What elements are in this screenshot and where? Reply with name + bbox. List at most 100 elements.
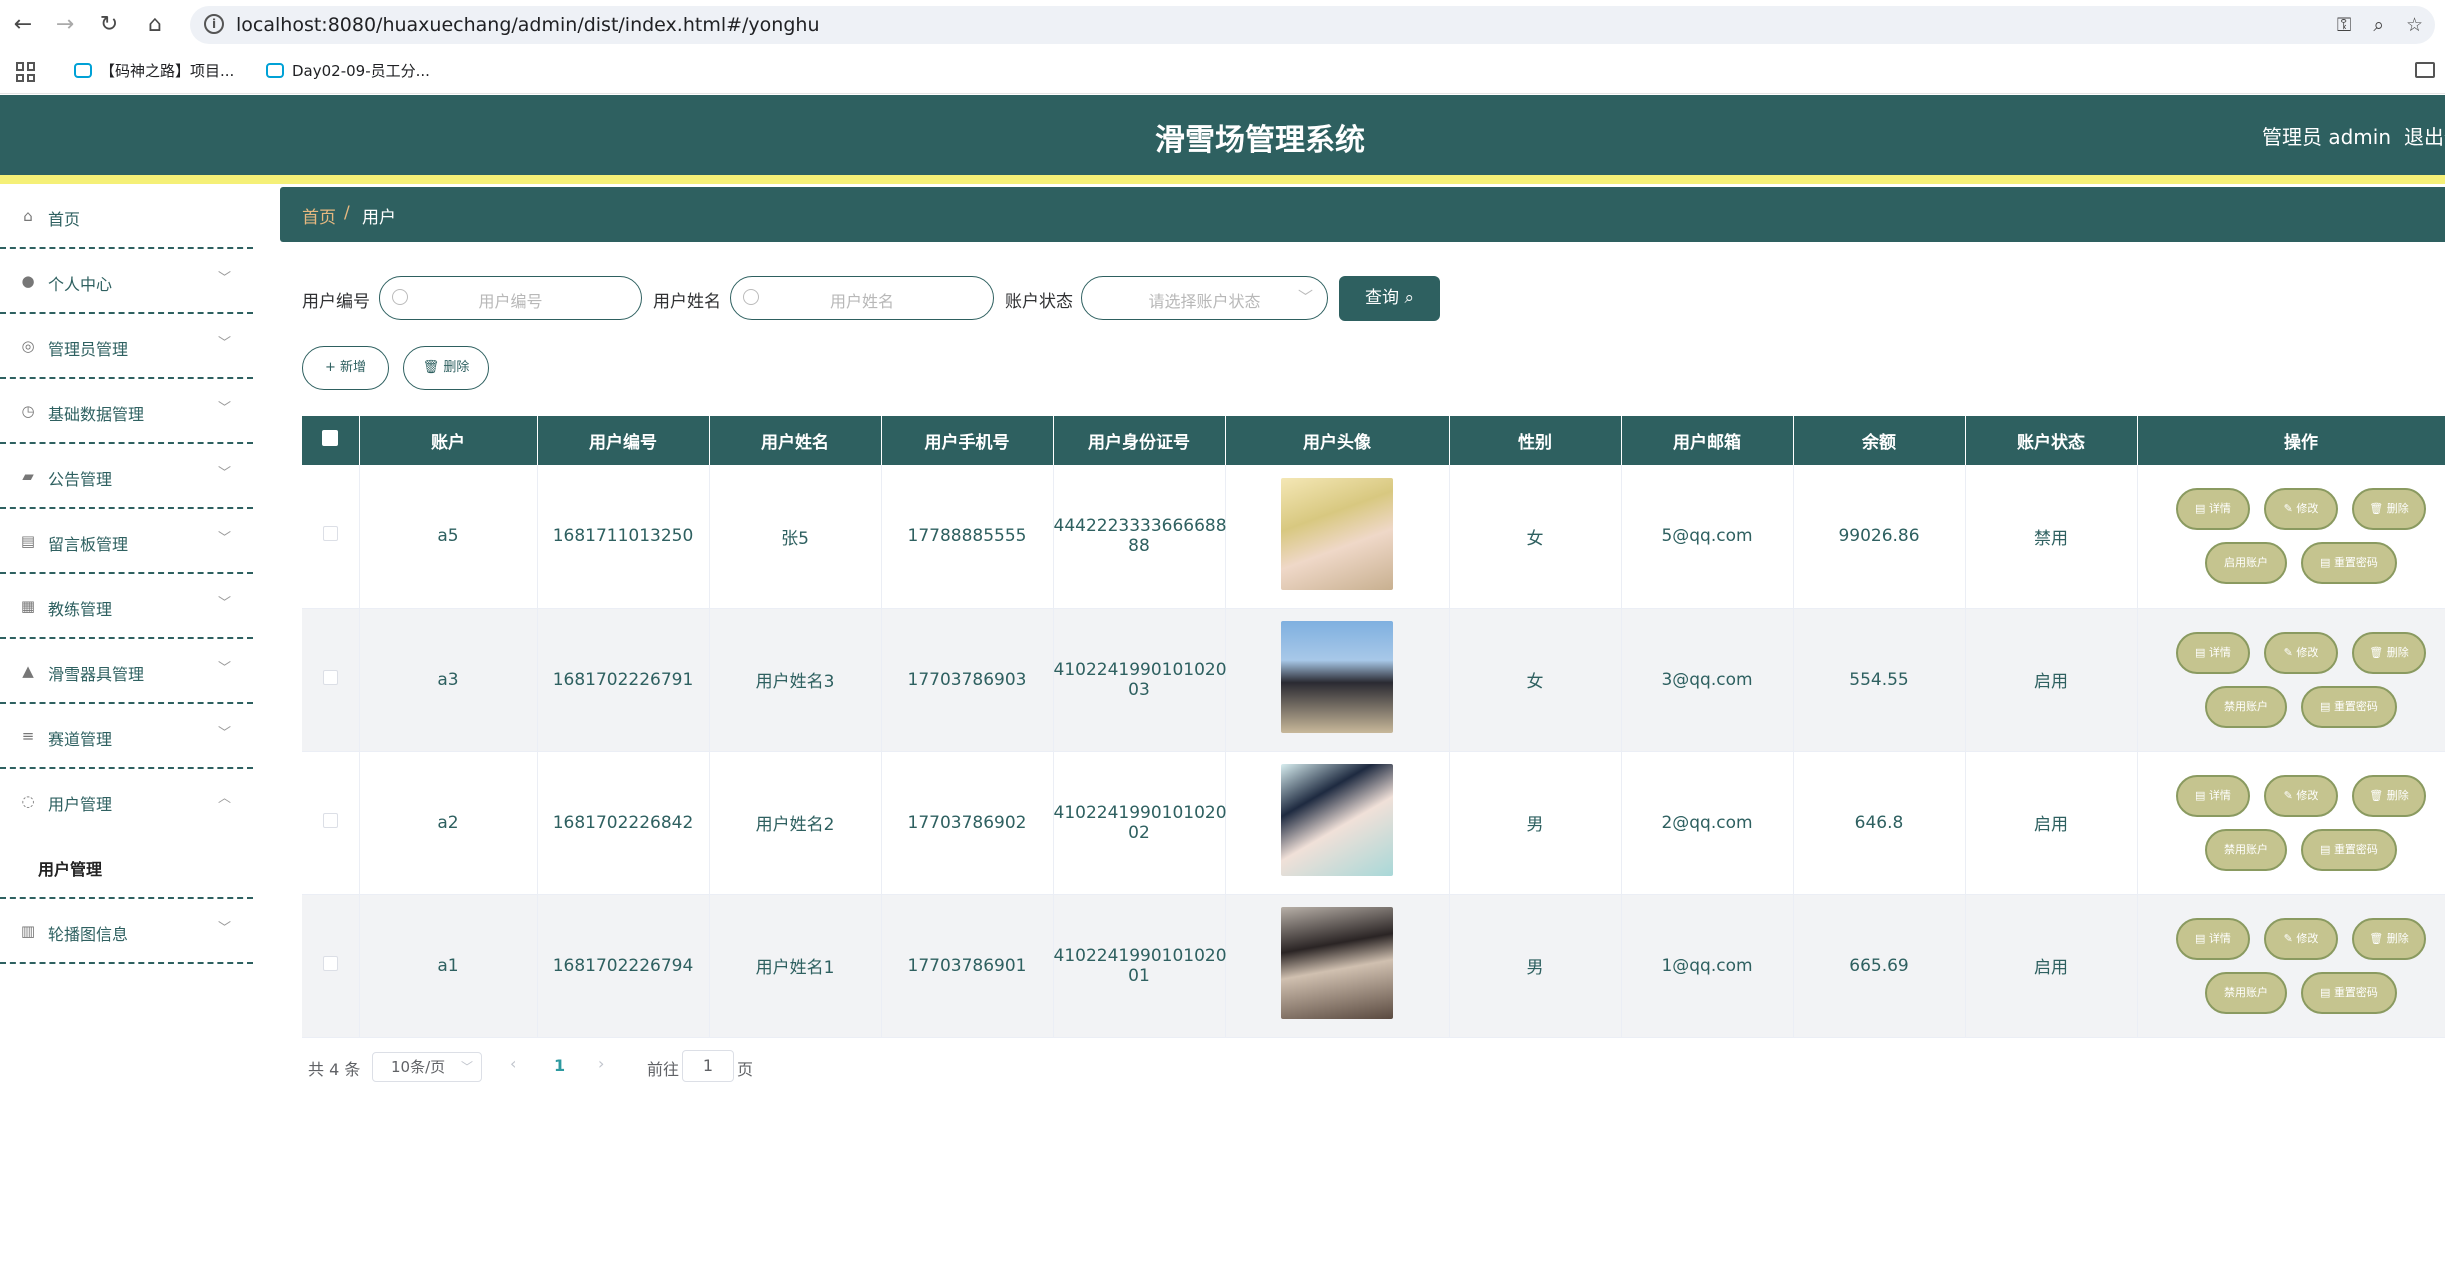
page-suffix-label: 页: [737, 1060, 754, 1079]
sidebar-item-carousel[interactable]: ▥ 轮播图信息 ﹀: [0, 899, 253, 964]
users-table: 账户 用户编号 用户姓名 用户手机号 用户身份证号 用户头像 性别 用户邮箱 余…: [302, 416, 2445, 1038]
table-header-row: 账户 用户编号 用户姓名 用户手机号 用户身份证号 用户头像 性别 用户邮箱 余…: [302, 416, 2445, 465]
row-checkbox[interactable]: [322, 669, 338, 685]
batch-delete-button[interactable]: 🗑 删除: [403, 346, 489, 390]
reload-icon[interactable]: ↻: [96, 12, 122, 38]
admin-label: 管理员 admin: [2262, 125, 2392, 149]
chevron-down-icon: ﹀: [217, 921, 231, 936]
cell-balance: 646.8: [1793, 751, 1966, 895]
cell-phone: 17703786903: [881, 608, 1054, 752]
bilibili-icon: [74, 63, 92, 78]
cell-status: 禁用: [1965, 465, 2138, 609]
chevron-down-icon: ﹀: [217, 336, 231, 351]
cell-email: 1@qq.com: [1621, 894, 1794, 1038]
edit-button[interactable]: ✎ 修改: [2264, 917, 2338, 960]
user-code-input[interactable]: 用户编号: [379, 276, 642, 320]
toggle-account-button[interactable]: 禁用账户: [2205, 828, 2287, 871]
sidebar-item-coaches[interactable]: ▦ 教练管理 ﹀: [0, 574, 253, 639]
cell-account: a3: [359, 608, 538, 752]
sidebar-item-label: 基础数据管理: [48, 405, 145, 424]
sidebar-item-label: 轮播图信息: [48, 925, 129, 944]
home-nav-icon[interactable]: ⌂: [142, 12, 168, 38]
delete-button[interactable]: 🗑 删除: [2352, 917, 2426, 960]
browser-toolbar: ← → ↻ ⌂ i localhost:8080/huaxuechang/adm…: [0, 0, 2445, 50]
sidebar-item-basic-data[interactable]: ◷ 基础数据管理 ﹀: [0, 379, 253, 444]
logout-link[interactable]: 退出登录: [2404, 121, 2445, 150]
avatar: [1281, 621, 1393, 733]
chevron-down-icon: ﹀: [217, 271, 231, 286]
apps-icon[interactable]: [16, 62, 36, 82]
url-text[interactable]: localhost:8080/huaxuechang/admin/dist/in…: [236, 14, 819, 36]
bookmark-2[interactable]: Day02-09-员工分...: [266, 60, 430, 81]
user-name-input[interactable]: 用户姓名: [730, 276, 994, 320]
folder-icon[interactable]: [2415, 62, 2435, 78]
sidebar-item-label: 用户管理: [48, 795, 113, 814]
cell-code: 1681702226842: [537, 751, 710, 895]
sidebar-item-messages[interactable]: ▤ 留言板管理 ﹀: [0, 509, 253, 574]
forward-icon[interactable]: →: [52, 12, 78, 38]
account-status-select[interactable]: 请选择账户状态 ﹀: [1081, 276, 1328, 320]
sidebar-subitem-users[interactable]: 用户管理: [0, 834, 253, 899]
col-code: 用户编号: [537, 416, 710, 465]
user-icon: ●: [21, 272, 35, 290]
detail-button[interactable]: ▤ 详情: [2176, 917, 2250, 960]
reset-password-button[interactable]: ▤ 重置密码: [2301, 971, 2397, 1014]
toggle-account-button[interactable]: 禁用账户: [2205, 971, 2287, 1014]
reset-password-button[interactable]: ▤ 重置密码: [2301, 685, 2397, 728]
cell-name: 用户姓名1: [709, 894, 882, 1038]
goto-page-input[interactable]: 1: [682, 1050, 734, 1082]
cell-email: 3@qq.com: [1621, 608, 1794, 752]
delete-button[interactable]: 🗑 删除: [2352, 488, 2426, 531]
col-account: 账户: [359, 416, 538, 465]
toggle-account-button[interactable]: 启用账户: [2205, 542, 2287, 585]
cell-idcard: 4442223333666688 88: [1053, 465, 1227, 609]
detail-button[interactable]: ▤ 详情: [2176, 488, 2250, 531]
sidebar-item-equipment[interactable]: ▲ 滑雪器具管理 ﹀: [0, 639, 253, 704]
edit-button[interactable]: ✎ 修改: [2264, 631, 2338, 674]
sidebar-item-tracks[interactable]: ≡ 赛道管理 ﹀: [0, 704, 253, 769]
sidebar-item-home[interactable]: ⌂ 首页: [0, 184, 253, 249]
sidebar-item-admins[interactable]: ◎ 管理员管理 ﹀: [0, 314, 253, 379]
search-icon: ⌕: [1404, 288, 1414, 308]
zoom-icon[interactable]: ⌕: [2373, 14, 2384, 36]
page-number-current[interactable]: 1: [554, 1056, 565, 1075]
add-button[interactable]: + 新增: [302, 346, 389, 390]
breadcrumb: 首页 / 用户: [280, 187, 2445, 242]
toggle-account-button[interactable]: 禁用账户: [2205, 685, 2287, 728]
prev-page-icon[interactable]: ‹: [510, 1054, 516, 1073]
sidebar-item-notices[interactable]: ▰ 公告管理 ﹀: [0, 444, 253, 509]
user-code-label: 用户编号: [302, 292, 370, 312]
site-info-icon[interactable]: i: [204, 14, 224, 34]
row-checkbox[interactable]: [322, 526, 338, 542]
reset-password-button[interactable]: ▤ 重置密码: [2301, 542, 2397, 585]
page-size-select[interactable]: 10条/页 ﹀: [372, 1052, 482, 1082]
next-page-icon[interactable]: ›: [598, 1054, 604, 1073]
row-checkbox[interactable]: [322, 955, 338, 971]
select-all-checkbox[interactable]: [322, 430, 339, 446]
cell-account: a2: [359, 751, 538, 895]
star-icon[interactable]: ☆: [2406, 14, 2423, 36]
address-bar[interactable]: i localhost:8080/huaxuechang/admin/dist/…: [190, 6, 2435, 44]
detail-button[interactable]: ▤ 详情: [2176, 774, 2250, 817]
sidebar-item-users[interactable]: ◌ 用户管理 ︿: [0, 769, 253, 834]
detail-button[interactable]: ▤ 详情: [2176, 631, 2250, 674]
row-checkbox[interactable]: [322, 812, 338, 828]
edit-button[interactable]: ✎ 修改: [2264, 774, 2338, 817]
delete-button[interactable]: 🗑 删除: [2352, 631, 2426, 674]
edit-button[interactable]: ✎ 修改: [2264, 488, 2338, 531]
chevron-down-icon: ﹀: [217, 466, 231, 481]
breadcrumb-separator: /: [344, 203, 350, 223]
table-row: a5 1681711013250 张5 17788885555 44422233…: [302, 465, 2445, 609]
query-button[interactable]: 查询 ⌕: [1339, 276, 1440, 321]
breadcrumb-home[interactable]: 首页: [302, 203, 336, 228]
bookmark-1[interactable]: 【码神之路】项目...: [74, 60, 234, 81]
key-icon[interactable]: ⚿: [2337, 14, 2351, 36]
sidebar-item-profile[interactable]: ● 个人中心 ﹀: [0, 249, 253, 314]
reset-password-button[interactable]: ▤ 重置密码: [2301, 828, 2397, 871]
clock-icon: ◷: [21, 402, 35, 420]
delete-button[interactable]: 🗑 删除: [2352, 774, 2426, 817]
chevron-down-icon: ﹀: [217, 661, 231, 676]
back-icon[interactable]: ←: [10, 12, 36, 38]
bilibili-icon: [266, 63, 284, 78]
cell-phone: 17788885555: [881, 465, 1054, 609]
